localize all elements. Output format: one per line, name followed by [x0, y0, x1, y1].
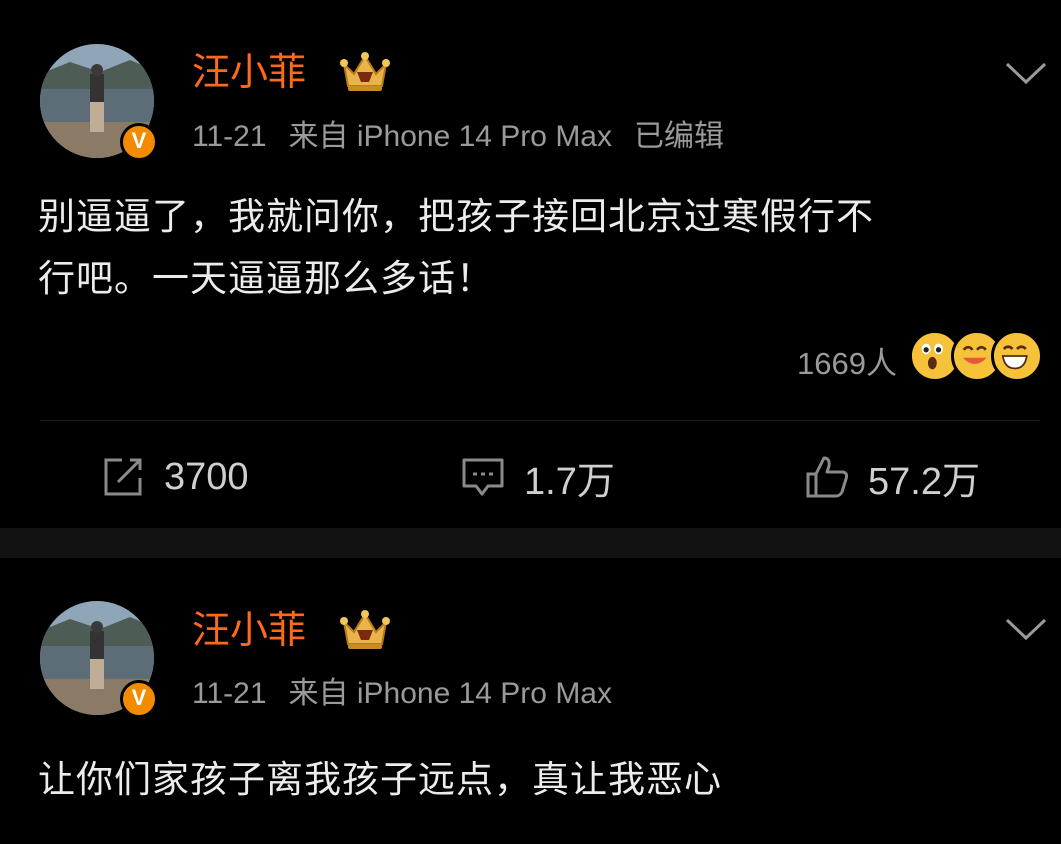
username[interactable]: 汪小菲: [192, 50, 306, 94]
v-verified-icon: V: [131, 685, 147, 710]
repost-count: 3700: [164, 455, 249, 498]
post-meta: 11-21 来自 iPhone 14 Pro Max 已编辑: [192, 119, 746, 155]
verified-badge: V: [120, 680, 158, 718]
post-date: 11-21: [192, 677, 267, 710]
crown-badge-icon[interactable]: [338, 50, 392, 94]
edited-label[interactable]: 已编辑: [634, 120, 724, 153]
repost-button[interactable]: 3700: [100, 452, 249, 502]
weibo-post: V 汪小菲 11-21 来自 iPhone 14 Pro Max 让你们家孩子离我…: [0, 558, 1061, 844]
post-date: 11-21: [192, 120, 267, 153]
post-source: 来自 iPhone 14 Pro Max: [288, 120, 612, 153]
username[interactable]: 汪小菲: [192, 608, 306, 652]
weibo-post: V 汪小菲 11-21 来自 iPhone 14 Pro Max 已编辑 别逼逼了，…: [0, 0, 1061, 528]
post-text-line: 行吧。一天逼逼那么多话！: [38, 257, 494, 300]
reactions-summary[interactable]: 1669人: [743, 330, 1043, 386]
chevron-down-icon[interactable]: [1004, 60, 1048, 86]
post-text-line: 别逼逼了，我就问你，把孩子接回北京过寒假行不: [38, 195, 874, 238]
divider: [40, 420, 1040, 421]
comment-button[interactable]: 1.7万: [460, 452, 615, 503]
post-text: 让你们家孩子离我孩子远点，真让我恶心: [38, 749, 1038, 811]
post-source: 来自 iPhone 14 Pro Max: [288, 677, 612, 710]
like-count: 57.2万: [868, 460, 980, 503]
crown-badge-icon[interactable]: [338, 608, 392, 652]
chevron-down-icon[interactable]: [1004, 616, 1048, 642]
comment-count: 1.7万: [524, 460, 615, 503]
verified-badge: V: [120, 123, 158, 161]
repost-icon: [104, 458, 142, 496]
feed-separator: [0, 528, 1061, 558]
reaction-count: 1669人: [797, 346, 897, 381]
like-button[interactable]: 57.2万: [804, 452, 980, 503]
laughing-emoji-icon: [991, 330, 1043, 382]
post-text: 别逼逼了，我就问你，把孩子接回北京过寒假行不 行吧。一天逼逼那么多话！: [38, 186, 1038, 310]
comment-icon: [462, 458, 504, 496]
post-text-line: 让你们家孩子离我孩子远点，真让我恶心: [38, 758, 722, 801]
thumbs-up-icon: [806, 456, 849, 498]
v-verified-icon: V: [131, 128, 147, 153]
post-meta: 11-21 来自 iPhone 14 Pro Max: [192, 676, 634, 712]
